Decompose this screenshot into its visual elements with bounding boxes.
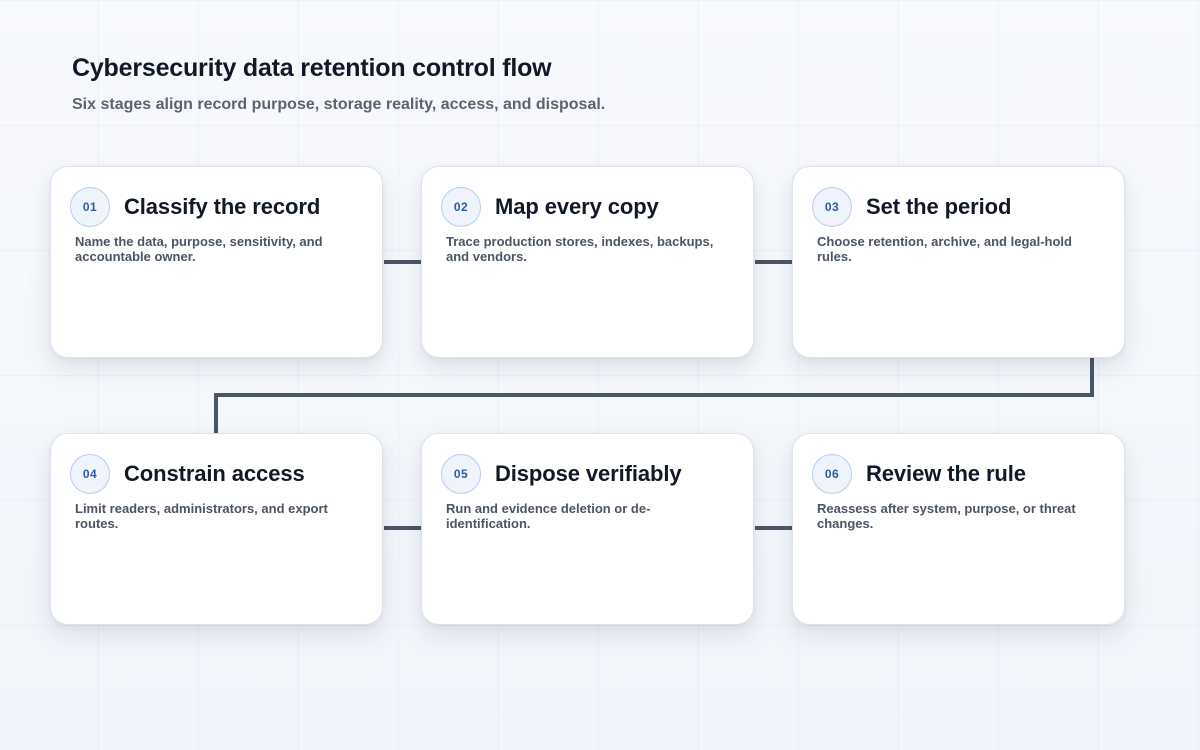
- stage-title: Constrain access: [124, 460, 305, 486]
- stage-description: Run and evidence deletion or de-identifi…: [446, 501, 651, 531]
- stage-number-badge: 05: [441, 453, 481, 494]
- stage-number-badge: 04: [70, 453, 110, 494]
- stage-title: Review the rule: [866, 460, 1026, 486]
- stage-number-badge: 01: [70, 186, 110, 227]
- stage-title: Dispose verifiably: [495, 460, 682, 486]
- stage-number-badge: 02: [441, 186, 481, 227]
- stage-card-02: 02 Map every copy Trace production store…: [421, 166, 754, 358]
- stage-card-05: 05 Dispose verifiably Run and evidence d…: [421, 433, 754, 625]
- stage-card-06: 06 Review the rule Reassess after system…: [792, 433, 1125, 625]
- stage-card-03: 03 Set the period Choose retention, arch…: [792, 166, 1125, 358]
- stage-card-04: 04 Constrain access Limit readers, admin…: [50, 433, 383, 625]
- stage-description: Reassess after system, purpose, or threa…: [817, 501, 1076, 531]
- stage-description: Name the data, purpose, sensitivity, and…: [75, 234, 323, 264]
- flow-connectors: [214, 260, 1094, 530]
- stage-description: Choose retention, archive, and legal-hol…: [817, 234, 1072, 264]
- stage-description: Trace production stores, indexes, backup…: [446, 234, 714, 264]
- connector-03-04: [214, 358, 1094, 433]
- stage-title: Map every copy: [495, 193, 659, 219]
- stage-number-badge: 06: [812, 453, 852, 494]
- stage-title: Classify the record: [124, 193, 321, 219]
- stage-description: Limit readers, administrators, and expor…: [75, 501, 328, 531]
- stage-number-badge: 03: [812, 186, 852, 227]
- stage-card-01: 01 Classify the record Name the data, pu…: [50, 166, 383, 358]
- stage-title: Set the period: [866, 193, 1012, 219]
